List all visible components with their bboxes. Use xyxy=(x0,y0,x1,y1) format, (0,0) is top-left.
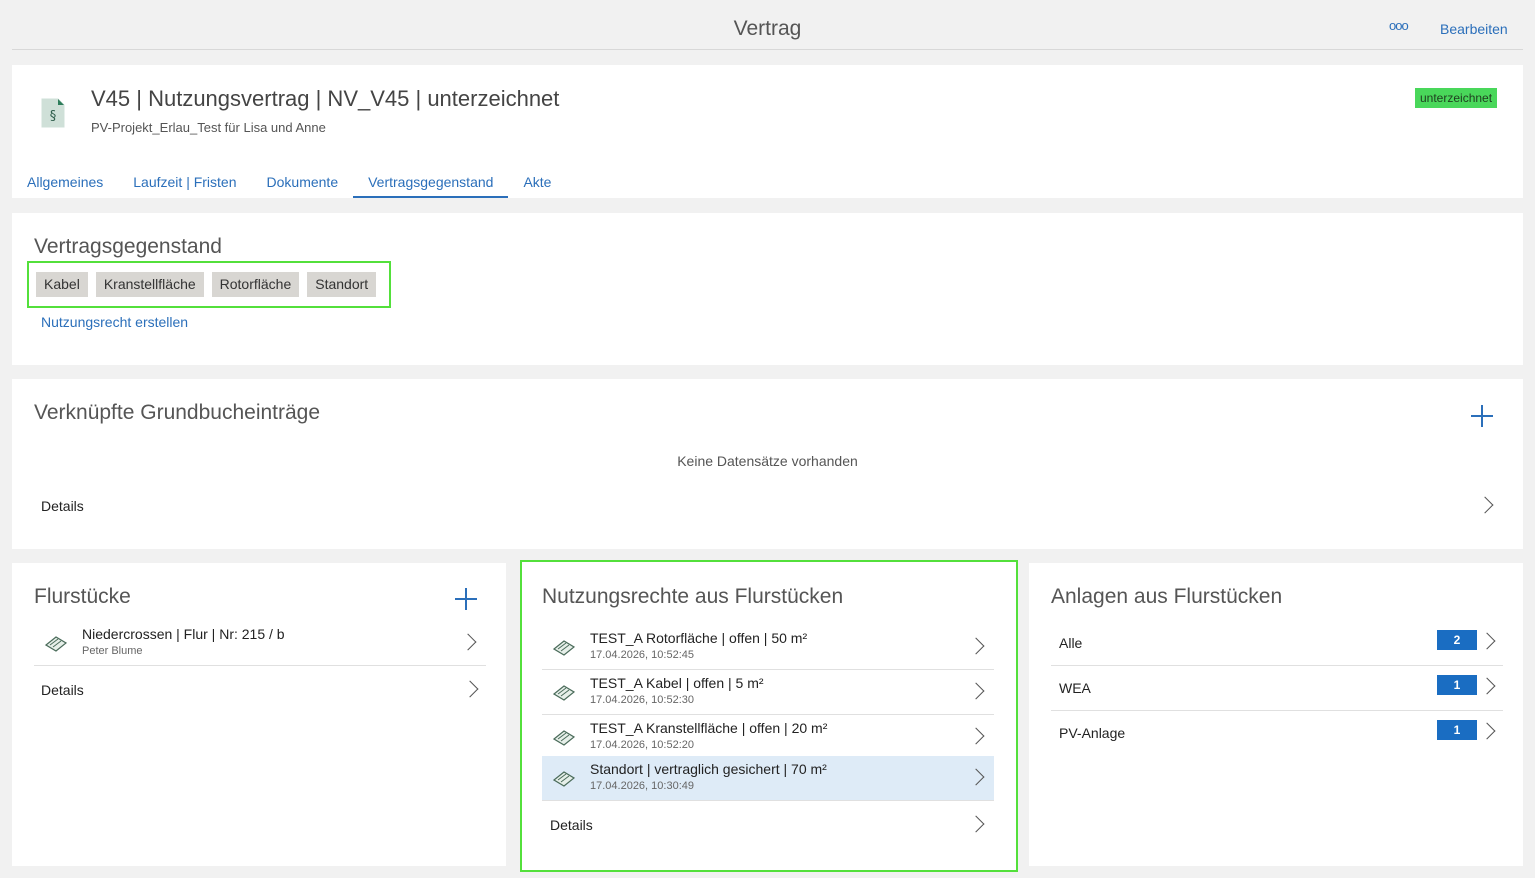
anlagen-row-pv-anlage[interactable]: PV-Anlage 1 xyxy=(1051,711,1503,756)
status-badge: unterzeichnet xyxy=(1415,88,1498,108)
flurstuecke-card: Flurstücke Niedercrossen | Flur | Nr: 21… xyxy=(12,563,506,866)
chevron-right-icon xyxy=(972,637,984,657)
section-title: Nutzungsrechte aus Flurstücken xyxy=(542,585,844,608)
tab-akte[interactable]: Akte xyxy=(508,164,566,198)
usage-right-icon xyxy=(552,685,576,701)
chevron-right-icon xyxy=(464,633,476,653)
details-label: Details xyxy=(41,498,84,514)
chevron-right-icon xyxy=(972,682,984,702)
edit-button[interactable]: Bearbeiten xyxy=(1440,21,1508,37)
grundbuch-details-row[interactable]: Details xyxy=(34,489,1501,523)
chevron-right-icon xyxy=(466,680,478,700)
section-title: Verknüpfte Grundbucheinträge xyxy=(34,401,321,424)
chip-kabel[interactable]: Kabel xyxy=(36,272,88,297)
section-title: Anlagen aus Flurstücken xyxy=(1051,585,1283,608)
add-grundbuch-icon[interactable] xyxy=(1471,405,1493,427)
chip-rotorflaeche[interactable]: Rotorfläche xyxy=(211,272,300,297)
grundbuch-card: Verknüpfte Grundbucheinträge Keine Daten… xyxy=(12,379,1523,549)
tab-allgemeines[interactable]: Allgemeines xyxy=(12,164,118,198)
item-subtitle: 17.04.2026, 10:30:49 xyxy=(590,780,694,792)
count-badge: 1 xyxy=(1437,720,1477,740)
tab-laufzeit-fristen[interactable]: Laufzeit | Fristen xyxy=(118,164,251,198)
chevron-right-icon xyxy=(972,815,984,835)
chevron-right-icon xyxy=(1483,722,1495,742)
chip-group: Kabel Kranstellfläche Rotorfläche Stando… xyxy=(27,261,391,308)
chevron-right-icon xyxy=(1481,496,1493,516)
anlagen-label: Alle xyxy=(1059,635,1083,651)
svg-text:§: § xyxy=(50,109,57,124)
anlagen-card: Anlagen aus Flurstücken Alle 2 WEA 1 PV-… xyxy=(1029,563,1523,866)
chip-standort[interactable]: Standort xyxy=(307,272,377,297)
item-subtitle: 17.04.2026, 10:52:30 xyxy=(590,694,694,706)
anlagen-label: WEA xyxy=(1059,680,1091,696)
list-item[interactable]: TEST_A Kranstellfläche | offen | 20 m² 1… xyxy=(542,715,994,760)
empty-message: Keine Datensätze vorhanden xyxy=(677,453,858,469)
section-title: Vertragsgegenstand xyxy=(34,235,222,258)
more-options-button[interactable]: ooo xyxy=(1389,18,1409,33)
anlagen-row-wea[interactable]: WEA 1 xyxy=(1051,666,1503,711)
contract-header-card: § V45 | Nutzungsvertrag | NV_V45 | unter… xyxy=(12,65,1523,198)
item-title: Standort | vertraglich gesichert | 70 m² xyxy=(590,761,827,777)
item-title: TEST_A Kranstellfläche | offen | 20 m² xyxy=(590,720,828,736)
list-item[interactable]: TEST_A Kabel | offen | 5 m² 17.04.2026, … xyxy=(542,670,994,715)
contract-subtitle: PV-Projekt_Erlau_Test für Lisa und Anne xyxy=(91,120,326,135)
chevron-right-icon xyxy=(972,768,984,788)
top-bar: Vertrag ooo Bearbeiten xyxy=(12,0,1523,50)
anlagen-label: PV-Anlage xyxy=(1059,725,1126,741)
item-title: TEST_A Rotorfläche | offen | 50 m² xyxy=(590,630,808,646)
count-badge: 2 xyxy=(1437,630,1477,650)
nutzungsrechte-card: Nutzungsrechte aus Flurstücken TEST_A Ro… xyxy=(520,560,1018,872)
chip-kranstellflaeche[interactable]: Kranstellfläche xyxy=(95,272,204,297)
chevron-right-icon xyxy=(1483,632,1495,652)
count-badge: 1 xyxy=(1437,675,1477,695)
chevron-right-icon xyxy=(1483,677,1495,697)
item-title: TEST_A Kabel | offen | 5 m² xyxy=(590,675,764,691)
tab-dokumente[interactable]: Dokumente xyxy=(252,164,354,198)
item-title: Niedercrossen | Flur | Nr: 215 / b xyxy=(82,626,285,642)
parcel-icon xyxy=(44,636,68,652)
nutzungsrechte-details-row[interactable]: Details xyxy=(542,808,994,842)
item-subtitle: 17.04.2026, 10:52:45 xyxy=(590,649,694,661)
item-subtitle: 17.04.2026, 10:52:20 xyxy=(590,739,694,751)
tab-vertragsgegenstand[interactable]: Vertragsgegenstand xyxy=(353,164,509,198)
tab-bar: Allgemeines Laufzeit | Fristen Dokumente… xyxy=(12,164,566,198)
details-label: Details xyxy=(41,682,84,698)
usage-right-icon xyxy=(552,640,576,656)
list-item-selected[interactable]: Standort | vertraglich gesichert | 70 m²… xyxy=(542,756,994,801)
contract-title: V45 | Nutzungsvertrag | NV_V45 | unterze… xyxy=(91,86,560,111)
usage-right-icon xyxy=(552,730,576,746)
contract-document-icon: § xyxy=(41,98,65,128)
chevron-right-icon xyxy=(972,727,984,747)
usage-right-icon xyxy=(552,771,576,787)
add-flurstueck-icon[interactable] xyxy=(455,588,477,610)
item-subtitle: Peter Blume xyxy=(82,645,143,657)
details-label: Details xyxy=(550,817,593,833)
anlagen-row-alle[interactable]: Alle 2 xyxy=(1051,621,1503,666)
flurstuecke-details-row[interactable]: Details xyxy=(34,673,486,707)
list-item[interactable]: TEST_A Rotorfläche | offen | 50 m² 17.04… xyxy=(542,625,994,670)
vertragsgegenstand-card: Vertragsgegenstand Kabel Kranstellfläche… xyxy=(12,213,1523,365)
list-item[interactable]: Niedercrossen | Flur | Nr: 215 / b Peter… xyxy=(34,621,486,666)
section-title: Flurstücke xyxy=(34,585,131,608)
create-nutzungsrecht-link[interactable]: Nutzungsrecht erstellen xyxy=(41,314,188,330)
page-title: Vertrag xyxy=(733,17,802,40)
